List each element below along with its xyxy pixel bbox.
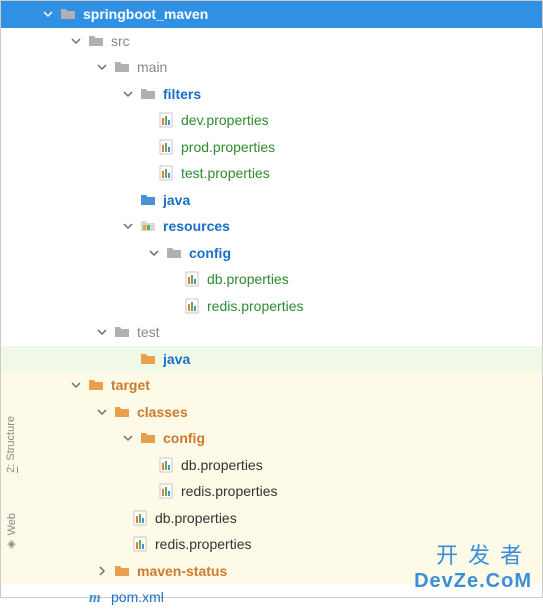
folder-excluded-icon — [113, 562, 131, 580]
node-label: db.properties — [155, 510, 237, 526]
node-label: main — [137, 59, 167, 75]
properties-file-icon — [131, 535, 149, 553]
tree-node-filters[interactable]: filters — [1, 81, 542, 108]
node-label: filters — [163, 86, 201, 102]
node-label: dev.properties — [181, 112, 269, 128]
tree-node-redis-properties-target[interactable]: redis.properties — [1, 531, 542, 558]
chevron-down-icon — [121, 87, 135, 101]
node-label: config — [189, 245, 231, 261]
properties-file-icon — [157, 164, 175, 182]
properties-file-icon — [157, 138, 175, 156]
folder-icon — [87, 32, 105, 50]
node-label: classes — [137, 404, 188, 420]
tree-node-resources[interactable]: resources — [1, 213, 542, 240]
node-label: src — [111, 33, 130, 49]
chevron-down-icon — [69, 34, 83, 48]
node-label: redis.properties — [155, 536, 252, 552]
node-label: resources — [163, 218, 230, 234]
chevron-down-icon — [41, 7, 55, 21]
chevron-down-icon — [121, 431, 135, 445]
node-label: pom.xml — [111, 589, 164, 605]
node-label: test — [137, 324, 160, 340]
node-label: db.properties — [181, 457, 263, 473]
tree-node-config-target[interactable]: config — [1, 425, 542, 452]
node-label: config — [163, 430, 205, 446]
chevron-down-icon — [121, 219, 135, 233]
node-label: maven-status — [137, 563, 227, 579]
folder-icon — [113, 58, 131, 76]
node-label: prod.properties — [181, 139, 275, 155]
node-label: test.properties — [181, 165, 270, 181]
tree-node-config[interactable]: config — [1, 240, 542, 267]
folder-excluded-icon — [87, 376, 105, 394]
chevron-down-icon — [69, 378, 83, 392]
node-label: target — [111, 377, 150, 393]
node-label: redis.properties — [181, 483, 278, 499]
tool-window-tabs: 2: Structure ◈ Web — [3, 411, 32, 556]
node-label: java — [163, 192, 190, 208]
folder-icon — [139, 85, 157, 103]
folder-icon — [113, 323, 131, 341]
tree-node-db-properties-target-cfg[interactable]: db.properties — [1, 452, 542, 479]
tree-node-java-main[interactable]: java — [1, 187, 542, 214]
node-label: db.properties — [207, 271, 289, 287]
tree-node-pom-xml[interactable]: pom.xml — [1, 584, 542, 611]
node-label: redis.properties — [207, 298, 304, 314]
tree-node-main[interactable]: main — [1, 54, 542, 81]
chevron-down-icon — [95, 325, 109, 339]
structure-tab[interactable]: 2: Structure — [3, 411, 32, 478]
properties-file-icon — [157, 482, 175, 500]
project-tree: springboot_maven src main filters dev.pr… — [1, 1, 542, 611]
web-tab[interactable]: ◈ Web — [3, 508, 32, 556]
tree-node-db-properties[interactable]: db.properties — [1, 266, 542, 293]
folder-resources-icon — [139, 217, 157, 235]
properties-file-icon — [183, 297, 201, 315]
tree-node-root[interactable]: springboot_maven — [1, 1, 542, 28]
properties-file-icon — [157, 111, 175, 129]
tree-node-test[interactable]: test — [1, 319, 542, 346]
folder-icon — [165, 244, 183, 262]
tree-node-target[interactable]: target — [1, 372, 542, 399]
chevron-down-icon — [147, 246, 161, 260]
maven-icon — [87, 588, 105, 606]
node-label: java — [163, 351, 190, 367]
tree-node-db-properties-target[interactable]: db.properties — [1, 505, 542, 532]
tree-node-prod-properties[interactable]: prod.properties — [1, 134, 542, 161]
tree-node-maven-status[interactable]: maven-status — [1, 558, 542, 585]
chevron-right-icon — [95, 564, 109, 578]
properties-file-icon — [183, 270, 201, 288]
properties-file-icon — [157, 456, 175, 474]
tree-node-classes[interactable]: classes — [1, 399, 542, 426]
properties-file-icon — [131, 509, 149, 527]
tree-node-src[interactable]: src — [1, 28, 542, 55]
folder-excluded-icon — [139, 429, 157, 447]
tree-node-test-properties[interactable]: test.properties — [1, 160, 542, 187]
chevron-down-icon — [95, 405, 109, 419]
chevron-down-icon — [95, 60, 109, 74]
node-label: springboot_maven — [83, 6, 208, 22]
folder-icon — [59, 5, 77, 23]
folder-source-icon — [139, 191, 157, 209]
tree-node-redis-properties-target-cfg[interactable]: redis.properties — [1, 478, 542, 505]
folder-excluded-icon — [113, 403, 131, 421]
folder-test-icon — [139, 350, 157, 368]
tree-node-java-test[interactable]: java — [1, 346, 542, 373]
tree-node-dev-properties[interactable]: dev.properties — [1, 107, 542, 134]
tree-node-redis-properties[interactable]: redis.properties — [1, 293, 542, 320]
